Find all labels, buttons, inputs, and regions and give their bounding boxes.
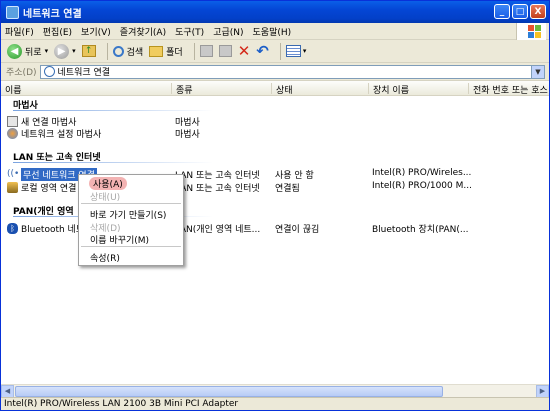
context-create-shortcut[interactable]: 바로 가기 만들기(S): [90, 208, 166, 221]
column-header: 이름 종류 상태 장치 이름 전화 번호 또는 호스: [1, 81, 549, 96]
context-rename[interactable]: 이름 바꾸기(M): [90, 233, 149, 246]
chevron-down-icon[interactable]: ▾: [303, 47, 307, 55]
context-menu: 사용(A) 상태(U) 바로 가기 만들기(S) 삭제(D) 이름 바꾸기(M)…: [78, 174, 184, 266]
up-folder-button[interactable]: ↑: [81, 42, 96, 61]
group-divider: [13, 162, 213, 163]
item-type: LAN 또는 고속 인터넷: [175, 184, 260, 194]
address-bar: 주소(D) 네트워크 연결 ▼: [1, 63, 549, 81]
network-connections-icon: [6, 5, 19, 19]
chevron-down-icon[interactable]: ▾: [72, 47, 76, 55]
toolbar-separator: [279, 42, 281, 60]
folders-button[interactable]: 폴더: [149, 42, 183, 61]
item-name: Bluetooth 네트: [21, 225, 85, 235]
context-separator: [81, 203, 181, 204]
back-button[interactable]: ◀ 뒤로 ▾: [7, 42, 48, 61]
wireless-network-icon: ((•: [7, 169, 20, 179]
address-dropdown-button[interactable]: ▼: [531, 65, 544, 78]
delete-button[interactable]: ✕: [238, 42, 251, 61]
undo-button[interactable]: ↶: [256, 42, 269, 61]
forward-arrow-icon: ▶: [54, 43, 70, 59]
back-label: 뒤로: [25, 47, 42, 58]
item-type: PAN(개인 영역 네트...: [175, 225, 261, 235]
item-device: Intel(R) PRO/Wireles...: [372, 168, 472, 178]
menu-edit[interactable]: 편집(E): [43, 25, 72, 38]
item-device: Intel(R) PRO/1000 M...: [372, 181, 472, 191]
search-icon: [112, 45, 124, 57]
menu-tools[interactable]: 도구(T): [175, 25, 204, 38]
item-name: 로컬 영역 연결: [21, 184, 77, 194]
network-setup-wizard-icon: [7, 128, 18, 139]
toolbar-separator: [106, 42, 108, 60]
item-status: 연결이 끊김: [275, 225, 320, 235]
copy-to-icon: [218, 45, 232, 57]
item-status: 사용 안 함: [275, 171, 314, 181]
delete-x-icon: ✕: [237, 41, 251, 60]
move-to-button[interactable]: [199, 42, 213, 61]
status-bar: Intel(R) PRO/Wireless LAN 2100 3B Mini P…: [1, 397, 549, 410]
move-to-icon: [199, 45, 213, 57]
menu-bar: 파일(F) 편집(E) 보기(V) 즐겨찾기(A) 도구(T) 고급(N) 도움…: [1, 23, 549, 40]
context-properties[interactable]: 속성(R): [90, 251, 120, 264]
window-title: 네트워크 연결: [23, 8, 82, 20]
copy-to-button[interactable]: [218, 42, 232, 61]
toolbar: ◀ 뒤로 ▾ ▶ ▾ ↑ 검색 폴더 ✕ ↶ ▾: [1, 40, 549, 63]
menu-view[interactable]: 보기(V): [81, 25, 111, 38]
search-button[interactable]: 검색: [112, 42, 144, 61]
column-type[interactable]: 종류: [171, 83, 193, 96]
menu-advanced[interactable]: 고급(N): [213, 25, 243, 38]
menu-file[interactable]: 파일(F): [5, 25, 34, 38]
context-enable[interactable]: 사용(A): [89, 177, 127, 190]
address-input[interactable]: 네트워크 연결 ▼: [39, 64, 545, 79]
up-folder-icon: ↑: [81, 45, 96, 57]
views-icon: [285, 45, 301, 57]
window: 네트워크 연결 _ □ X 파일(F) 편집(E) 보기(V) 즐겨찾기(A) …: [0, 0, 550, 411]
search-label: 검색: [126, 47, 144, 58]
new-connection-wizard-icon: [7, 116, 18, 127]
undo-icon: ↶: [256, 41, 269, 60]
column-name[interactable]: 이름: [1, 83, 22, 96]
scroll-thumb[interactable]: [15, 386, 443, 397]
folders-label: 폴더: [166, 47, 183, 58]
local-area-connection-icon: [7, 182, 18, 193]
maximize-button[interactable]: □: [512, 4, 528, 19]
horizontal-scrollbar[interactable]: ◀ ▶: [1, 384, 549, 398]
column-phone-number[interactable]: 전화 번호 또는 호스: [468, 83, 548, 96]
views-button[interactable]: ▾: [285, 42, 307, 61]
chevron-down-icon[interactable]: ▾: [45, 47, 49, 55]
network-folder-icon: [43, 66, 55, 77]
back-arrow-icon: ◀: [7, 43, 22, 59]
context-status[interactable]: 상태(U): [90, 190, 120, 203]
item-status: 연결됨: [275, 184, 300, 194]
minimize-button[interactable]: _: [494, 4, 510, 19]
column-device-name[interactable]: 장치 이름: [368, 83, 409, 96]
item-type: LAN 또는 고속 인터넷: [175, 171, 260, 181]
bluetooth-icon: ᛒ: [7, 223, 18, 234]
menu-favorites[interactable]: 즐겨찾기(A): [120, 25, 166, 38]
close-button[interactable]: X: [530, 4, 546, 19]
forward-button[interactable]: ▶ ▾: [54, 42, 76, 61]
windows-logo-icon: [516, 23, 546, 40]
toolbar-separator: [193, 42, 195, 60]
address-value: 네트워크 연결: [57, 68, 111, 78]
address-label: 주소(D): [6, 68, 37, 78]
item-type: 마법사: [175, 130, 200, 140]
group-divider: [13, 110, 213, 111]
list-item[interactable]: 네트워크 설정 마법사 마법사: [5, 127, 545, 140]
context-separator: [81, 246, 181, 247]
column-status[interactable]: 상태: [271, 83, 293, 96]
folder-icon: [149, 45, 164, 57]
item-name: 네트워크 설정 마법사: [21, 130, 102, 140]
title-bar: 네트워크 연결 _ □ X: [1, 1, 549, 23]
menu-help[interactable]: 도움말(H): [253, 25, 292, 38]
item-device: Bluetooth 장치(PAN(...: [372, 225, 469, 235]
